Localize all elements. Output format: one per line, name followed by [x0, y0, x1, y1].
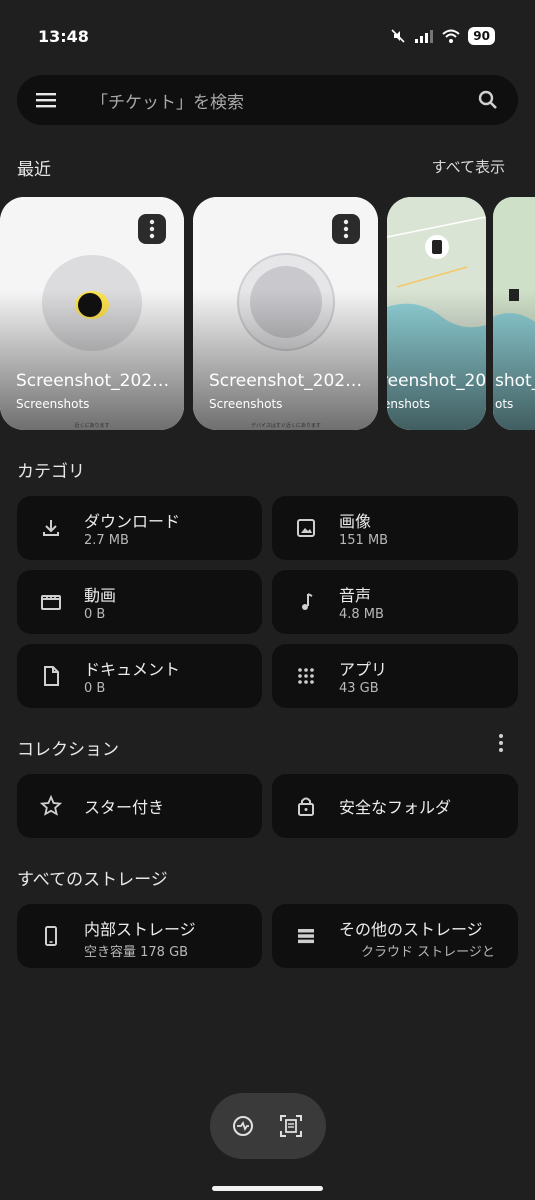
category-size: 4.8 MB — [339, 607, 384, 622]
signal-icon — [415, 30, 434, 43]
storage-other[interactable]: その他のストレージ クラウド ストレージと — [272, 904, 518, 968]
collections-title: コレクション — [17, 740, 119, 760]
card-folder: enshots — [387, 397, 431, 411]
category-documents[interactable]: ドキュメント 0 B — [17, 644, 262, 708]
recent-card[interactable]: shot_2 ots — [493, 197, 535, 430]
storage-sub: クラウド ストレージと — [361, 945, 495, 960]
category-downloads[interactable]: ダウンロード 2.7 MB — [17, 496, 262, 560]
recent-strip: 近くにあります Screenshot_202… Screenshots デバイス… — [0, 197, 535, 432]
storage-title: すべてのストレージ — [17, 870, 168, 890]
download-icon — [43, 520, 59, 536]
category-label: 動画 — [84, 586, 117, 605]
collection-safe-folder[interactable]: 安全なフォルダ — [272, 774, 518, 838]
phone-icon — [45, 926, 57, 946]
card-folder: ots — [495, 397, 514, 411]
mute-icon — [391, 29, 405, 43]
more-options-icon[interactable] — [497, 733, 505, 753]
category-videos[interactable]: 動画 0 B — [17, 570, 262, 634]
card-name: shot_2 — [495, 371, 535, 391]
search-input[interactable]: 「チケット」を検索 — [91, 88, 244, 113]
recent-card[interactable]: デバイスはすぐ近くにあります Screenshot_202… Screensho… — [193, 197, 378, 430]
screen-capture-icon[interactable] — [278, 1113, 304, 1139]
image-icon — [297, 519, 315, 537]
storage-label: その他のストレージ — [339, 920, 483, 939]
card-name: Screenshot_202… — [16, 371, 170, 391]
search-bar[interactable]: 「チケット」を検索 — [17, 75, 518, 125]
see-all-link[interactable]: すべて表示 — [432, 156, 505, 177]
video-icon — [41, 595, 61, 610]
menu-icon[interactable] — [35, 89, 57, 111]
music-icon — [302, 593, 313, 610]
card-folder: Screenshots — [209, 397, 283, 411]
collection-label: スター付き — [84, 798, 165, 817]
recent-card[interactable]: reenshot_202 enshots — [387, 197, 486, 430]
star-icon — [39, 794, 63, 816]
storage-internal[interactable]: 内部ストレージ 空き容量 178 GB — [17, 904, 262, 968]
category-size: 43 GB — [339, 681, 379, 696]
collection-label: 安全なフォルダ — [339, 798, 452, 817]
home-indicator — [212, 1186, 323, 1191]
category-size: 2.7 MB — [84, 533, 129, 548]
status-time: 13:48 — [38, 27, 89, 46]
card-name: reenshot_202 — [387, 371, 486, 391]
more-options-icon[interactable] — [138, 214, 166, 244]
category-images[interactable]: 画像 151 MB — [272, 496, 518, 560]
category-size: 151 MB — [339, 533, 389, 548]
category-size: 0 B — [84, 607, 106, 622]
category-apps[interactable]: アプリ 43 GB — [272, 644, 518, 708]
category-label: 音声 — [339, 586, 372, 605]
search-icon[interactable] — [476, 88, 500, 112]
storage-sub: 空き容量 178 GB — [84, 945, 189, 960]
lock-icon — [298, 797, 314, 816]
more-options-icon[interactable] — [332, 214, 360, 244]
categories-title: カテゴリ — [17, 462, 85, 482]
category-label: ダウンロード — [84, 512, 181, 531]
recent-card[interactable]: 近くにあります Screenshot_202… Screenshots — [0, 197, 184, 430]
collection-starred[interactable]: スター付き — [17, 774, 262, 838]
smart-select-icon[interactable] — [230, 1113, 256, 1139]
category-label: アプリ — [339, 660, 388, 679]
category-label: ドキュメント — [84, 660, 181, 679]
recent-title: 最近 — [17, 160, 51, 180]
category-label: 画像 — [339, 512, 372, 531]
card-folder: Screenshots — [16, 397, 90, 411]
category-audio[interactable]: 音声 4.8 MB — [272, 570, 518, 634]
document-icon — [44, 666, 59, 686]
wifi-icon — [442, 29, 460, 43]
card-name: Screenshot_202… — [209, 371, 363, 391]
storage-icon — [298, 929, 314, 944]
bottom-action-bar — [210, 1093, 326, 1159]
status-icons: 90 — [390, 27, 495, 45]
apps-icon — [298, 668, 314, 684]
battery-indicator: 90 — [468, 27, 495, 45]
category-size: 0 B — [84, 681, 106, 696]
status-bar: 13:48 90 — [0, 0, 535, 70]
storage-label: 内部ストレージ — [84, 920, 196, 939]
